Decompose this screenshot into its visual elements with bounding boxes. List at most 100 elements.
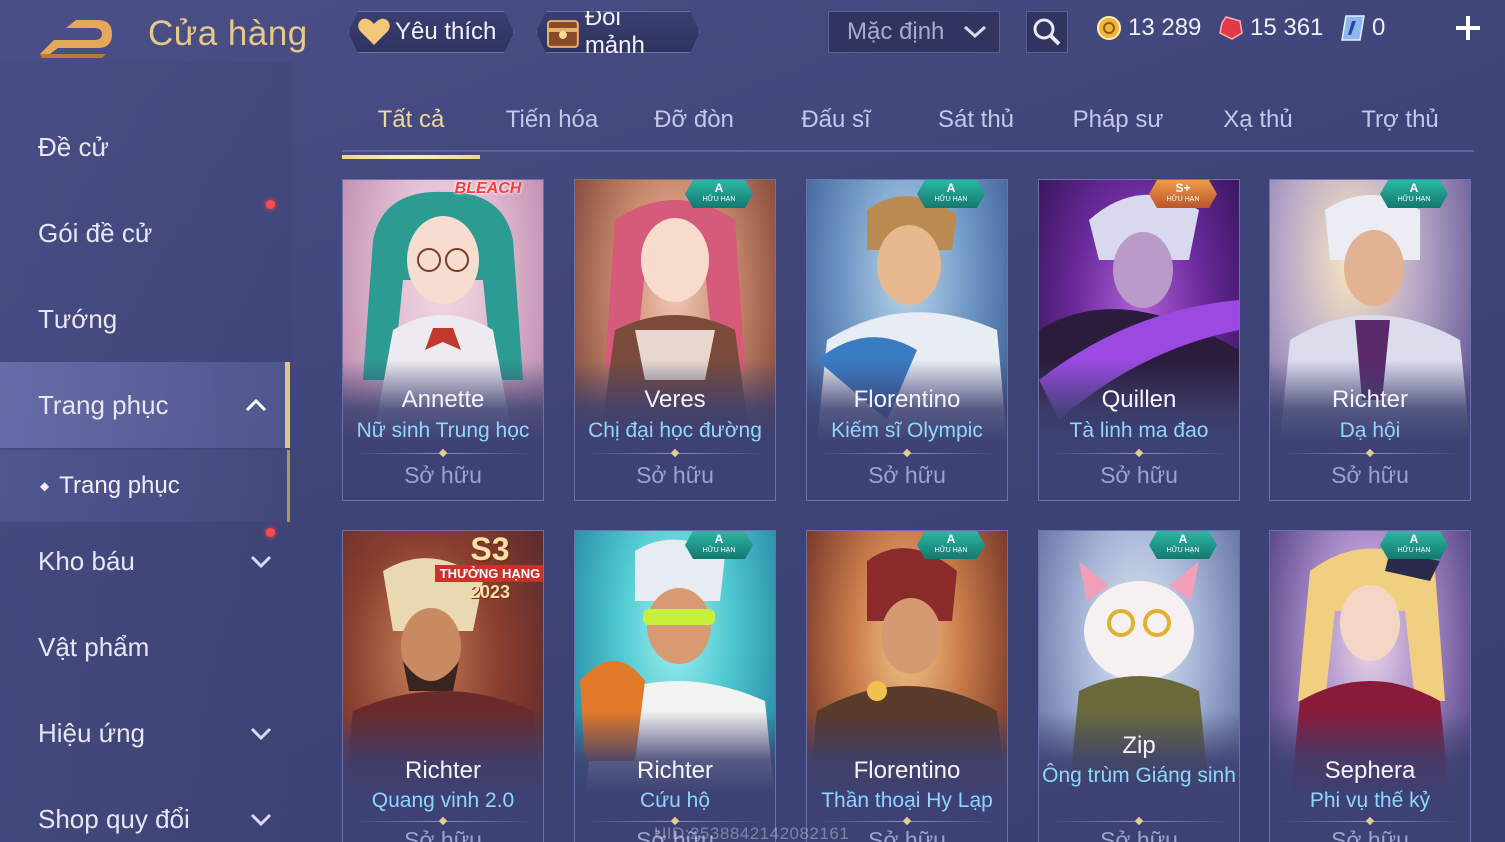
limited-text: HỮU HẠN (1166, 196, 1200, 203)
grade-badge: A HỮU HẠN (1380, 531, 1448, 559)
notification-dot (266, 528, 275, 537)
tab-tank[interactable]: Đỡ đòn (626, 106, 762, 146)
search-button[interactable] (1026, 11, 1068, 53)
skin-card[interactable]: A HỮU HẠN Zip Ông trùm Giáng sinh Sở hữu (1038, 530, 1240, 842)
sidebar-subitem-label: Trang phục (59, 472, 180, 499)
sort-value: Mặc định (847, 18, 945, 45)
limited-text: HỮU HẠN (702, 196, 736, 203)
voucher-icon (1341, 15, 1365, 41)
hero-name: Zip (1122, 732, 1156, 759)
skin-card[interactable]: A HỮU HẠN Florentino Thần thoại Hy Lạp Sở… (806, 530, 1008, 842)
card-divider (585, 453, 765, 454)
heart-icon (357, 17, 391, 47)
skin-name: Kiếm sĩ Olympic (831, 419, 983, 442)
skin-name: Tà linh ma đao (1069, 419, 1209, 442)
sidebar-item-recommended-packs[interactable]: Gói đề cử (0, 190, 290, 276)
skin-card[interactable]: S+ HỮU HẠN Quillen Tà linh ma đao Sở hữu (1038, 179, 1240, 501)
hero-name: Richter (404, 757, 482, 784)
grade-badge: A HỮU HẠN (917, 531, 985, 559)
skin-name: Ông trùm Giáng sinh (1042, 764, 1236, 787)
card-divider (1280, 821, 1460, 822)
hero-name: Annette (401, 386, 485, 413)
tab-evolution[interactable]: Tiến hóa (484, 106, 620, 146)
sidebar-item-recommended[interactable]: Đề cử (0, 104, 290, 190)
search-icon (1033, 18, 1061, 46)
skin-card[interactable]: A HỮU HẠN Richter Dạ hội Sở hữu (1269, 179, 1471, 501)
sidebar-item-treasure[interactable]: Kho báu (0, 518, 290, 604)
tab-support[interactable]: Trợ thủ (1332, 106, 1468, 146)
gold-coin-icon (1097, 16, 1121, 40)
hero-name: Florentino (853, 757, 961, 784)
chest-icon (545, 15, 581, 49)
back-arrow-icon (40, 20, 112, 58)
top-bar: Cửa hàng Yêu thích Đổi mảnh Mặc định 13 … (0, 0, 1505, 62)
owned-status: Sở hữu (1331, 462, 1409, 488)
limited-text: HỮU HẠN (934, 547, 968, 554)
sidebar-item-skins[interactable]: Trang phục (0, 362, 290, 448)
sidebar-item-heroes[interactable]: Tướng (0, 276, 290, 362)
tab-assassin[interactable]: Sát thủ (908, 106, 1044, 146)
grade-text: A (1409, 181, 1419, 195)
sidebar-item-label: Đề cử (38, 131, 109, 162)
owned-status: Sở hữu (404, 827, 482, 842)
tab-all[interactable]: Tất cả (342, 106, 480, 159)
favorite-button[interactable]: Yêu thích (348, 11, 514, 53)
skin-name: Nữ sinh Trung học (356, 419, 530, 442)
skin-card[interactable]: A HỮU HẠN Sephera Phi vụ thế kỷ Sở hữu (1269, 530, 1471, 842)
skin-card[interactable]: A HỮU HẠN Florentino Kiếm sĩ Olympic Sở h… (806, 179, 1008, 501)
ruby-gem-icon (1219, 16, 1243, 40)
limited-text: HỮU HẠN (1397, 547, 1431, 554)
sort-dropdown[interactable]: Mặc định (828, 11, 1000, 53)
back-button[interactable] (36, 14, 116, 60)
skin-name: Cứu hộ (639, 789, 711, 812)
tab-label: Tất cả (377, 106, 445, 133)
grade-text: A (946, 532, 956, 546)
exchange-fragments-button[interactable]: Đổi mảnh (536, 11, 700, 53)
hero-name: Richter (1331, 386, 1409, 413)
sidebar-item-items[interactable]: Vật phẩm (0, 604, 290, 690)
uid-watermark: UID:2538842142082161 (654, 824, 850, 842)
grade-badge: A HỮU HẠN (917, 180, 985, 208)
bullet-icon: ◆ (40, 479, 50, 493)
skin-name: Thần thoại Hy Lạp (821, 789, 993, 812)
season-label: S3 (470, 531, 510, 567)
skin-card[interactable]: A HỮU HẠN Richter Cứu hộ Sở hữu (574, 530, 776, 842)
grade-badge: A HỮU HẠN (1380, 180, 1448, 208)
sidebar-item-label: Shop quy đổi (38, 803, 190, 834)
voucher-currency: 0 (1340, 14, 1385, 42)
tab-fighter[interactable]: Đấu sĩ (768, 106, 904, 146)
sidebar-item-label: Vật phẩm (38, 631, 150, 662)
ruby-currency: 15 361 (1218, 14, 1323, 42)
sidebar-item-effects[interactable]: Hiệu ứng (0, 690, 290, 776)
grade-text: A (946, 181, 956, 195)
grade-text: S+ (1175, 181, 1191, 195)
tab-label: Xạ thủ (1223, 106, 1293, 133)
sidebar-subitem-skins[interactable]: ◆ Trang phục (0, 450, 290, 522)
owned-status: Sở hữu (868, 462, 946, 488)
plus-icon (1456, 16, 1480, 40)
add-currency-button[interactable] (1452, 12, 1484, 44)
chevron-down-icon (963, 25, 987, 39)
skin-card[interactable]: A HỮU HẠN Veres Chị đại học đường Sở hữu (574, 179, 776, 501)
grade-badge: A HỮU HẠN (1149, 531, 1217, 559)
chevron-down-icon (250, 727, 272, 740)
gold-currency: 13 289 (1096, 14, 1201, 42)
active-tab-indicator (342, 155, 480, 159)
sidebar-item-exchange-shop[interactable]: Shop quy đổi (0, 776, 290, 842)
sidebar-item-label: Trang phục (38, 389, 169, 420)
grade-text: A (714, 181, 724, 195)
card-divider (817, 821, 997, 822)
skin-card[interactable]: S3 THƯỞNG HẠNG 2023 Richter Quang vinh 2… (342, 530, 544, 842)
grade-badge: A HỮU HẠN (685, 180, 753, 208)
gold-amount: 13 289 (1128, 14, 1202, 41)
tab-mage[interactable]: Pháp sư (1050, 106, 1186, 146)
sidebar-item-label: Gói đề cử (38, 217, 153, 248)
chevron-down-icon (250, 555, 272, 568)
hero-name: Richter (636, 757, 714, 784)
exchange-label: Đổi mảnh (584, 4, 645, 59)
tab-marksman[interactable]: Xạ thủ (1190, 106, 1326, 146)
grade-badge: A HỮU HẠN (685, 531, 753, 559)
notification-dot (266, 200, 275, 209)
limited-text: HỮU HẠN (702, 547, 736, 554)
skin-card[interactable]: BLEACH Annette Nữ sinh Trung học Sở hữu (342, 179, 544, 501)
